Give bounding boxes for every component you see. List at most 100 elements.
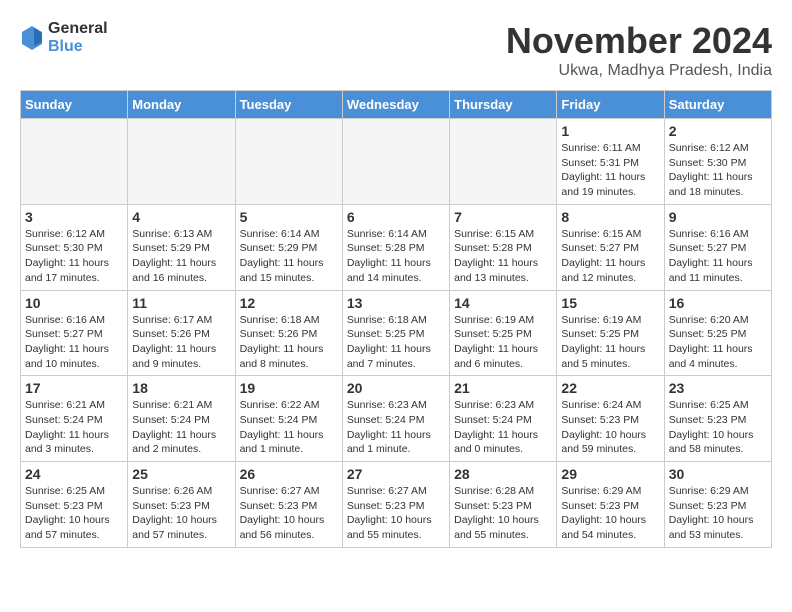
day-number: 24 bbox=[25, 466, 123, 482]
day-number: 1 bbox=[561, 123, 659, 139]
calendar-cell: 12Sunrise: 6:18 AM Sunset: 5:26 PM Dayli… bbox=[235, 290, 342, 376]
calendar-cell: 10 Sunrise: 6:16 AM Sunset: 5:27 PM Dayli… bbox=[21, 290, 128, 376]
day-number: 14 bbox=[454, 295, 552, 311]
day-info: Sunrise: 6:18 AM Sunset: 5:25 PM Dayligh… bbox=[347, 313, 445, 372]
day-number: 5 bbox=[240, 209, 338, 225]
day-number: 16 bbox=[669, 295, 767, 311]
calendar-cell: 8Sunrise: 6:15 AM Sunset: 5:27 PM Daylig… bbox=[557, 204, 664, 290]
day-info: Sunrise: 6:26 AM Sunset: 5:23 PM Dayligh… bbox=[132, 484, 230, 543]
calendar-cell: 4 Sunrise: 6:13 AM Sunset: 5:29 PM Daylig… bbox=[128, 204, 235, 290]
calendar-week-row: 24 Sunrise: 6:25 AM Sunset: 5:23 PM Dayli… bbox=[21, 462, 772, 548]
day-info: Sunrise: 6:12 AM Sunset: 5:30 PM Dayligh… bbox=[25, 227, 123, 286]
day-info: Sunrise: 6:20 AM Sunset: 5:25 PM Dayligh… bbox=[669, 313, 767, 372]
day-info: Sunrise: 6:25 AM Sunset: 5:23 PM Dayligh… bbox=[669, 398, 767, 457]
logo-general-text: General bbox=[48, 20, 108, 38]
logo-icon bbox=[20, 24, 44, 52]
day-info: Sunrise: 6:15 AM Sunset: 5:28 PM Dayligh… bbox=[454, 227, 552, 286]
logo-blue-text: Blue bbox=[48, 38, 108, 56]
calendar-cell: 13 Sunrise: 6:18 AM Sunset: 5:25 PM Dayli… bbox=[342, 290, 449, 376]
day-info: Sunrise: 6:14 AM Sunset: 5:29 PM Dayligh… bbox=[240, 227, 338, 286]
calendar-week-row: 10 Sunrise: 6:16 AM Sunset: 5:27 PM Dayli… bbox=[21, 290, 772, 376]
day-number: 27 bbox=[347, 466, 445, 482]
calendar-cell: 28 Sunrise: 6:28 AM Sunset: 5:23 PM Dayli… bbox=[450, 462, 557, 548]
day-number: 22 bbox=[561, 380, 659, 396]
day-info: Sunrise: 6:24 AM Sunset: 5:23 PM Dayligh… bbox=[561, 398, 659, 457]
calendar-cell bbox=[128, 119, 235, 205]
day-info: Sunrise: 6:18 AM Sunset: 5:26 PM Dayligh… bbox=[240, 313, 338, 372]
day-info: Sunrise: 6:28 AM Sunset: 5:23 PM Dayligh… bbox=[454, 484, 552, 543]
day-info: Sunrise: 6:15 AM Sunset: 5:27 PM Dayligh… bbox=[561, 227, 659, 286]
calendar-week-row: 17 Sunrise: 6:21 AM Sunset: 5:24 PM Dayli… bbox=[21, 376, 772, 462]
day-info: Sunrise: 6:19 AM Sunset: 5:25 PM Dayligh… bbox=[454, 313, 552, 372]
logo-text: General Blue bbox=[48, 20, 108, 55]
day-number: 13 bbox=[347, 295, 445, 311]
day-info: Sunrise: 6:23 AM Sunset: 5:24 PM Dayligh… bbox=[454, 398, 552, 457]
calendar-table: SundayMondayTuesdayWednesdayThursdayFrid… bbox=[20, 90, 772, 548]
day-info: Sunrise: 6:29 AM Sunset: 5:23 PM Dayligh… bbox=[669, 484, 767, 543]
day-info: Sunrise: 6:21 AM Sunset: 5:24 PM Dayligh… bbox=[132, 398, 230, 457]
calendar-cell: 2 Sunrise: 6:12 AM Sunset: 5:30 PM Daylig… bbox=[664, 119, 771, 205]
weekday-header: Wednesday bbox=[342, 91, 449, 119]
weekday-header: Monday bbox=[128, 91, 235, 119]
calendar-week-row: 3Sunrise: 6:12 AM Sunset: 5:30 PM Daylig… bbox=[21, 204, 772, 290]
day-number: 30 bbox=[669, 466, 767, 482]
day-number: 4 bbox=[132, 209, 230, 225]
day-info: Sunrise: 6:11 AM Sunset: 5:31 PM Dayligh… bbox=[561, 141, 659, 200]
day-number: 6 bbox=[347, 209, 445, 225]
calendar-cell: 1 Sunrise: 6:11 AM Sunset: 5:31 PM Daylig… bbox=[557, 119, 664, 205]
calendar-cell: 5 Sunrise: 6:14 AM Sunset: 5:29 PM Daylig… bbox=[235, 204, 342, 290]
calendar-cell: 14 Sunrise: 6:19 AM Sunset: 5:25 PM Dayli… bbox=[450, 290, 557, 376]
day-info: Sunrise: 6:21 AM Sunset: 5:24 PM Dayligh… bbox=[25, 398, 123, 457]
calendar-cell: 15 Sunrise: 6:19 AM Sunset: 5:25 PM Dayli… bbox=[557, 290, 664, 376]
page-header: General Blue November 2024 Ukwa, Madhya … bbox=[20, 20, 772, 80]
calendar-cell: 6 Sunrise: 6:14 AM Sunset: 5:28 PM Daylig… bbox=[342, 204, 449, 290]
calendar-cell: 30 Sunrise: 6:29 AM Sunset: 5:23 PM Dayli… bbox=[664, 462, 771, 548]
day-info: Sunrise: 6:12 AM Sunset: 5:30 PM Dayligh… bbox=[669, 141, 767, 200]
calendar-cell: 7Sunrise: 6:15 AM Sunset: 5:28 PM Daylig… bbox=[450, 204, 557, 290]
calendar-week-row: 1 Sunrise: 6:11 AM Sunset: 5:31 PM Daylig… bbox=[21, 119, 772, 205]
day-info: Sunrise: 6:13 AM Sunset: 5:29 PM Dayligh… bbox=[132, 227, 230, 286]
calendar-cell: 16 Sunrise: 6:20 AM Sunset: 5:25 PM Dayli… bbox=[664, 290, 771, 376]
day-number: 10 bbox=[25, 295, 123, 311]
day-info: Sunrise: 6:27 AM Sunset: 5:23 PM Dayligh… bbox=[240, 484, 338, 543]
calendar-cell bbox=[21, 119, 128, 205]
day-info: Sunrise: 6:19 AM Sunset: 5:25 PM Dayligh… bbox=[561, 313, 659, 372]
day-number: 29 bbox=[561, 466, 659, 482]
day-number: 28 bbox=[454, 466, 552, 482]
day-info: Sunrise: 6:25 AM Sunset: 5:23 PM Dayligh… bbox=[25, 484, 123, 543]
day-info: Sunrise: 6:14 AM Sunset: 5:28 PM Dayligh… bbox=[347, 227, 445, 286]
day-number: 11 bbox=[132, 295, 230, 311]
day-number: 19 bbox=[240, 380, 338, 396]
calendar-cell: 17 Sunrise: 6:21 AM Sunset: 5:24 PM Dayli… bbox=[21, 376, 128, 462]
month-title: November 2024 bbox=[506, 20, 772, 62]
day-number: 26 bbox=[240, 466, 338, 482]
day-number: 21 bbox=[454, 380, 552, 396]
weekday-header: Saturday bbox=[664, 91, 771, 119]
day-info: Sunrise: 6:16 AM Sunset: 5:27 PM Dayligh… bbox=[25, 313, 123, 372]
calendar-cell bbox=[342, 119, 449, 205]
weekday-header-row: SundayMondayTuesdayWednesdayThursdayFrid… bbox=[21, 91, 772, 119]
calendar-cell: 26 Sunrise: 6:27 AM Sunset: 5:23 PM Dayli… bbox=[235, 462, 342, 548]
calendar-cell bbox=[235, 119, 342, 205]
calendar-cell: 20Sunrise: 6:23 AM Sunset: 5:24 PM Dayli… bbox=[342, 376, 449, 462]
calendar-cell: 25 Sunrise: 6:26 AM Sunset: 5:23 PM Dayli… bbox=[128, 462, 235, 548]
day-number: 9 bbox=[669, 209, 767, 225]
day-number: 17 bbox=[25, 380, 123, 396]
day-info: Sunrise: 6:23 AM Sunset: 5:24 PM Dayligh… bbox=[347, 398, 445, 457]
calendar-cell: 22 Sunrise: 6:24 AM Sunset: 5:23 PM Dayli… bbox=[557, 376, 664, 462]
day-number: 25 bbox=[132, 466, 230, 482]
calendar-cell bbox=[450, 119, 557, 205]
day-info: Sunrise: 6:27 AM Sunset: 5:23 PM Dayligh… bbox=[347, 484, 445, 543]
weekday-header: Thursday bbox=[450, 91, 557, 119]
calendar-cell: 21 Sunrise: 6:23 AM Sunset: 5:24 PM Dayli… bbox=[450, 376, 557, 462]
calendar-cell: 19Sunrise: 6:22 AM Sunset: 5:24 PM Dayli… bbox=[235, 376, 342, 462]
calendar-cell: 24 Sunrise: 6:25 AM Sunset: 5:23 PM Dayli… bbox=[21, 462, 128, 548]
calendar-cell: 27 Sunrise: 6:27 AM Sunset: 5:23 PM Dayli… bbox=[342, 462, 449, 548]
day-info: Sunrise: 6:16 AM Sunset: 5:27 PM Dayligh… bbox=[669, 227, 767, 286]
day-number: 15 bbox=[561, 295, 659, 311]
calendar-cell: 18 Sunrise: 6:21 AM Sunset: 5:24 PM Dayli… bbox=[128, 376, 235, 462]
day-number: 2 bbox=[669, 123, 767, 139]
day-info: Sunrise: 6:29 AM Sunset: 5:23 PM Dayligh… bbox=[561, 484, 659, 543]
day-number: 18 bbox=[132, 380, 230, 396]
calendar-cell: 23Sunrise: 6:25 AM Sunset: 5:23 PM Dayli… bbox=[664, 376, 771, 462]
